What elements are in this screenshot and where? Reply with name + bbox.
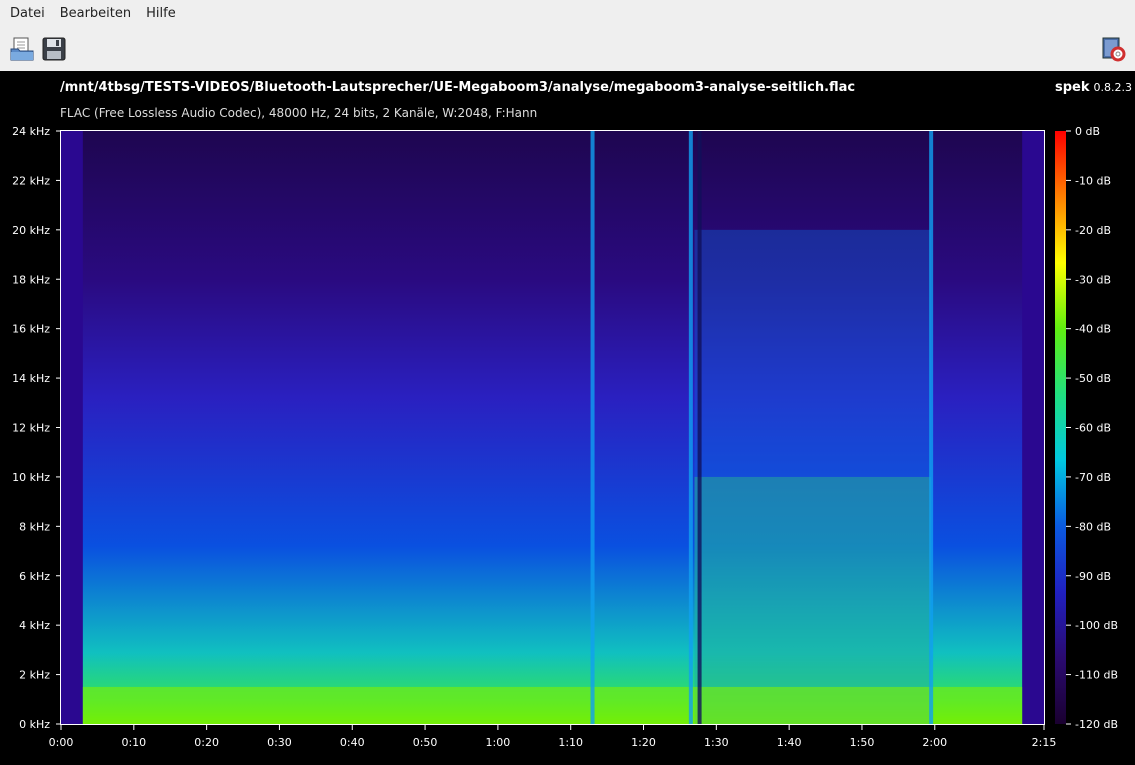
- x-tick-label: 1:40: [777, 736, 802, 749]
- spectrogram-low-band: [82, 686, 1023, 724]
- colorbar-tick-label: -120 dB: [1075, 718, 1118, 731]
- y-tick-label: 12 kHz: [12, 422, 50, 435]
- y-tick-label: 2 kHz: [19, 669, 50, 682]
- x-tick-label: 2:15: [1032, 736, 1057, 749]
- colorbar-tick-label: -20 dB: [1075, 224, 1111, 237]
- x-tick-label: 0:50: [413, 736, 438, 749]
- colorbar-gradient: [1055, 131, 1066, 724]
- open-file-button[interactable]: [9, 36, 35, 62]
- colorbar-tick-label: -30 dB: [1075, 273, 1111, 286]
- save-icon: [42, 37, 66, 61]
- y-tick-label: 20 kHz: [12, 224, 50, 237]
- menu-datei[interactable]: Datei: [5, 0, 50, 27]
- save-button[interactable]: [41, 36, 67, 62]
- spectrogram-transient-0: [590, 131, 595, 724]
- y-tick-label: 6 kHz: [19, 570, 50, 583]
- y-tick-label: 8 kHz: [19, 520, 50, 533]
- x-tick-label: 0:00: [49, 736, 74, 749]
- spectrogram-chart: 0 kHz 2 kHz 4 kHz 6 kHz 8 kHz 10 kHz 12 kHz 14 …: [12, 125, 1118, 749]
- x-axis: 0:00 0:10 0:20 0:30 0:40 0:50 1:00 1:10 1:20 1:30…: [49, 724, 1057, 749]
- x-tick-label: 2:00: [922, 736, 947, 749]
- menu-bearbeiten[interactable]: Bearbeiten: [55, 0, 136, 27]
- colorbar-tick-label: 0 dB: [1075, 125, 1100, 138]
- spectrogram-view: /mnt/4tbsg/TESTS-VIDEOS/Bluetooth-Lautsp…: [0, 71, 1135, 765]
- x-tick-label: 0:40: [340, 736, 365, 749]
- colorbar-tick-label: -80 dB: [1075, 520, 1111, 533]
- colorbar-tick-label: -60 dB: [1075, 422, 1111, 435]
- about-icon: [1102, 37, 1126, 62]
- y-tick-label: 18 kHz: [12, 273, 50, 286]
- x-tick-label: 0:10: [121, 736, 146, 749]
- colorbar-tick-label: -70 dB: [1075, 471, 1111, 484]
- x-tick-label: 0:30: [267, 736, 292, 749]
- x-tick-label: 1:50: [850, 736, 875, 749]
- spectrogram-gap: [697, 131, 702, 724]
- x-tick-label: 0:20: [194, 736, 219, 749]
- spectrogram-silence-end: [1022, 131, 1044, 724]
- colorbar-tick-label: -110 dB: [1075, 669, 1118, 682]
- colorbar-tick-label: -90 dB: [1075, 570, 1111, 583]
- menu-hilfe[interactable]: Hilfe: [141, 0, 181, 27]
- x-tick-label: 1:00: [486, 736, 511, 749]
- x-tick-label: 1:30: [704, 736, 729, 749]
- y-tick-label: 10 kHz: [12, 471, 50, 484]
- colorbar-tick-label: -40 dB: [1075, 323, 1111, 336]
- y-tick-label: 16 kHz: [12, 323, 50, 336]
- spectrogram-transient-1: [688, 131, 693, 724]
- y-tick-label: 0 kHz: [19, 718, 50, 731]
- colorbar-tick-label: -50 dB: [1075, 372, 1111, 385]
- spectrogram-silence-start: [61, 131, 83, 724]
- x-tick-label: 1:20: [631, 736, 656, 749]
- y-tick-label: 4 kHz: [19, 619, 50, 632]
- spectrogram-plot: [61, 131, 1044, 724]
- y-tick-label: 14 kHz: [12, 372, 50, 385]
- colorbar: 0 dB -10 dB -20 dB -30 dB -40 dB -50 dB -60 dB…: [1055, 125, 1118, 731]
- menu-bar: Datei Bearbeiten Hilfe: [0, 0, 1135, 27]
- toolbar: [0, 27, 1135, 71]
- spectrogram-transient-2: [929, 131, 934, 724]
- open-file-icon: [10, 37, 34, 61]
- x-tick-label: 1:10: [558, 736, 583, 749]
- about-button[interactable]: [1101, 36, 1127, 62]
- y-axis: 0 kHz 2 kHz 4 kHz 6 kHz 8 kHz 10 kHz 12 kHz 14 …: [12, 125, 61, 731]
- y-tick-label: 24 kHz: [12, 125, 50, 138]
- colorbar-tick-label: -100 dB: [1075, 619, 1118, 632]
- y-tick-label: 22 kHz: [12, 174, 50, 187]
- colorbar-tick-label: -10 dB: [1075, 174, 1111, 187]
